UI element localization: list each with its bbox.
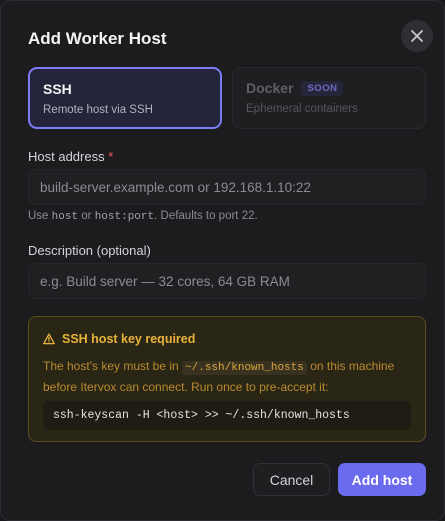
soon-badge: SOON [301,80,344,96]
close-button[interactable] [401,20,433,52]
hint-code-host: host [51,211,79,223]
host-type-docker-card: Docker SOON Ephemeral containers [232,67,426,129]
keyscan-command[interactable]: ssh-keyscan -H <host> >> ~/.ssh/known_ho… [43,401,411,430]
known-hosts-path: ~/.ssh/known_hosts [182,361,307,375]
host-address-hint: Use host or host:port. Defaults to port … [28,210,258,223]
host-address-input[interactable] [28,169,426,205]
description-label: Description (optional) [28,243,151,258]
close-icon [411,30,423,42]
add-worker-host-dialog: Add Worker Host SSH Remote host via SSH … [0,0,445,521]
cancel-button[interactable]: Cancel [253,463,330,496]
warning-icon [43,333,55,345]
host-type-ssh-card[interactable]: SSH Remote host via SSH [28,67,222,129]
host-address-label: Host address * [28,149,114,164]
description-input[interactable] [28,263,426,299]
warning-title: SSH host key required [62,332,196,346]
ssh-card-subtitle: Remote host via SSH [43,104,153,116]
warning-body: The host's key must be in ~/.ssh/known_h… [43,359,395,394]
hint-code-host-port: host:port [94,211,155,223]
ssh-host-key-warning: SSH host key required The host's key mus… [28,316,426,442]
required-marker: * [108,149,114,164]
dialog-title: Add Worker Host [28,29,167,48]
add-host-button[interactable]: Add host [338,463,426,496]
docker-card-title: Docker [246,80,294,96]
ssh-card-title: SSH [43,81,72,97]
docker-card-subtitle: Ephemeral containers [246,103,358,115]
